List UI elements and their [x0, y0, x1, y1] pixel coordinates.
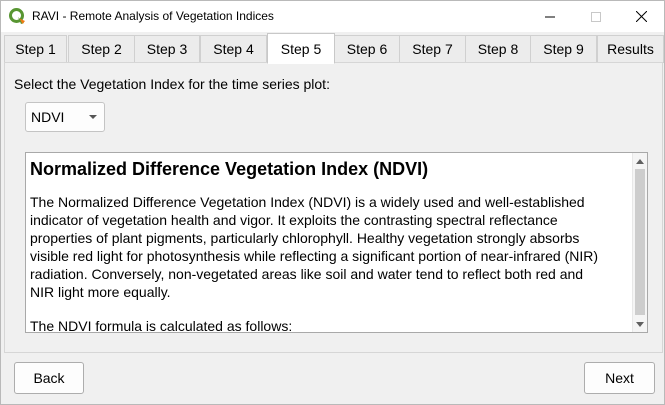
scroll-down-button[interactable]	[633, 316, 647, 332]
tab-step-6[interactable]: Step 6	[334, 35, 400, 63]
tab-step-5[interactable]: Step 5	[267, 33, 335, 64]
tab-results[interactable]: Results	[597, 35, 664, 63]
title-bar[interactable]: RAVI - Remote Analysis of Vegetation Ind…	[1, 1, 664, 32]
maximize-icon	[591, 11, 601, 22]
index-description-box[interactable]: Normalized Difference Vegetation Index (…	[25, 152, 648, 333]
back-button[interactable]: Back	[14, 362, 84, 394]
scroll-up-button[interactable]	[633, 153, 647, 169]
description-line: indicator of vegetation health and vigor…	[30, 212, 558, 228]
description-line: radiation. Conversely, non-vegetated are…	[30, 266, 584, 282]
close-button[interactable]	[618, 1, 664, 32]
minimize-button[interactable]	[527, 1, 573, 32]
next-button[interactable]: Next	[584, 362, 655, 394]
description-line: NIR light more equally.	[30, 284, 171, 300]
app-window: RAVI - Remote Analysis of Vegetation Ind…	[0, 0, 665, 405]
description-line: properties of plant pigments, particular…	[30, 230, 580, 246]
maximize-button[interactable]	[573, 1, 619, 32]
dropdown-value: NDVI	[31, 109, 65, 125]
tab-step-4[interactable]: Step 4	[200, 35, 267, 63]
step-tabs: Step 1 Step 2 Step 3 Step 4 Step 5 Step …	[4, 33, 664, 64]
index-select-label: Select the Vegetation Index for the time…	[14, 76, 330, 92]
caret-up-icon	[636, 158, 644, 164]
tab-step-9[interactable]: Step 9	[530, 35, 597, 63]
close-icon	[635, 11, 647, 22]
formula-intro: The NDVI formula is calculated as follow…	[30, 318, 293, 333]
vegetation-index-dropdown[interactable]: NDVI	[25, 102, 105, 132]
description-line: visible red light for photosynthesis whi…	[30, 248, 599, 264]
caret-down-icon	[636, 321, 644, 327]
scroll-thumb[interactable]	[635, 169, 645, 315]
tab-step-3[interactable]: Step 3	[134, 35, 200, 63]
description-line: The Normalized Difference Vegetation Ind…	[30, 194, 585, 210]
tab-step-8[interactable]: Step 8	[465, 35, 531, 63]
minimize-icon	[545, 12, 555, 22]
tab-step-1[interactable]: Step 1	[4, 35, 67, 63]
step-5-panel: Select the Vegetation Index for the time…	[4, 62, 663, 353]
qgis-logo-icon	[9, 8, 26, 25]
tab-step-2[interactable]: Step 2	[68, 35, 135, 63]
vertical-scrollbar[interactable]	[632, 153, 647, 332]
description-heading: Normalized Difference Vegetation Index (…	[30, 159, 429, 179]
window-title: RAVI - Remote Analysis of Vegetation Ind…	[32, 9, 274, 23]
chevron-down-icon	[89, 115, 97, 119]
tab-step-7[interactable]: Step 7	[399, 35, 466, 63]
description-content: Normalized Difference Vegetation Index (…	[30, 157, 629, 333]
